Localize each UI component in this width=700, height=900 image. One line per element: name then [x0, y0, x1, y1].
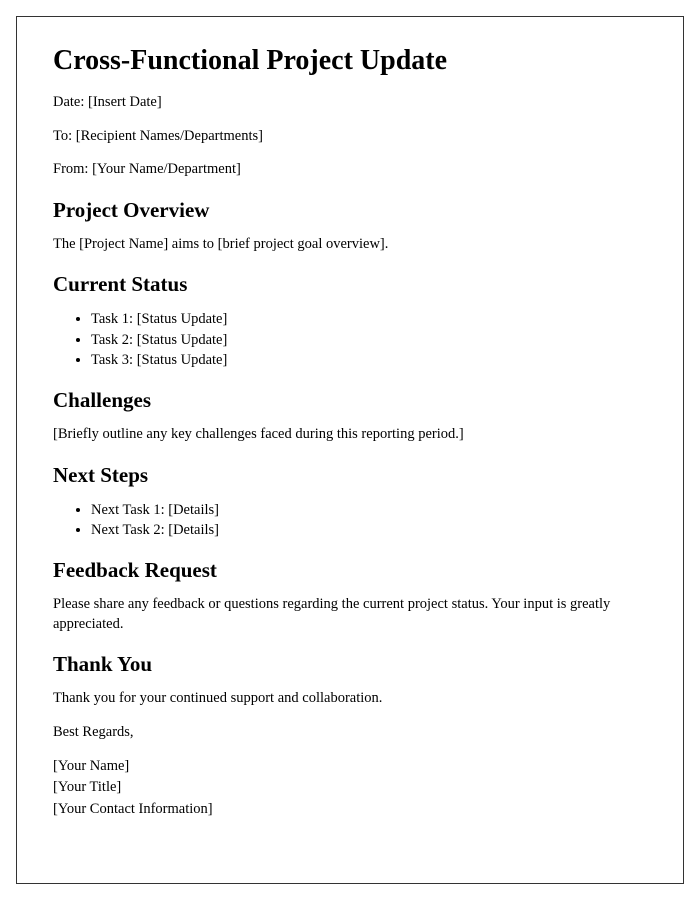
heading-project-overview: Project Overview [53, 198, 647, 223]
document-title: Cross-Functional Project Update [53, 45, 647, 77]
challenges-body: [Briefly outline any key challenges face… [53, 425, 647, 445]
document-page: Cross-Functional Project Update Date: [I… [16, 16, 684, 884]
heading-current-status: Current Status [53, 272, 647, 297]
meta-from: From: [Your Name/Department] [53, 160, 647, 180]
list-item: Next Task 1: [Details] [91, 500, 647, 520]
next-steps-list: Next Task 1: [Details] Next Task 2: [Det… [91, 500, 647, 541]
overview-body: The [Project Name] aims to [brief projec… [53, 235, 647, 255]
signature-contact: [Your Contact Information] [53, 800, 647, 820]
list-item: Next Task 2: [Details] [91, 520, 647, 540]
list-item: Task 2: [Status Update] [91, 330, 647, 350]
meta-to: To: [Recipient Names/Departments] [53, 127, 647, 147]
heading-challenges: Challenges [53, 388, 647, 413]
signature-name: [Your Name] [53, 757, 647, 777]
feedback-body: Please share any feedback or questions r… [53, 595, 647, 634]
meta-date: Date: [Insert Date] [53, 93, 647, 113]
list-item: Task 3: [Status Update] [91, 350, 647, 370]
list-item: Task 1: [Status Update] [91, 309, 647, 329]
heading-thank-you: Thank You [53, 652, 647, 677]
heading-feedback-request: Feedback Request [53, 558, 647, 583]
signature-title: [Your Title] [53, 778, 647, 798]
status-list: Task 1: [Status Update] Task 2: [Status … [91, 309, 647, 370]
heading-next-steps: Next Steps [53, 463, 647, 488]
thankyou-body: Thank you for your continued support and… [53, 689, 647, 709]
closing-line: Best Regards, [53, 723, 647, 743]
